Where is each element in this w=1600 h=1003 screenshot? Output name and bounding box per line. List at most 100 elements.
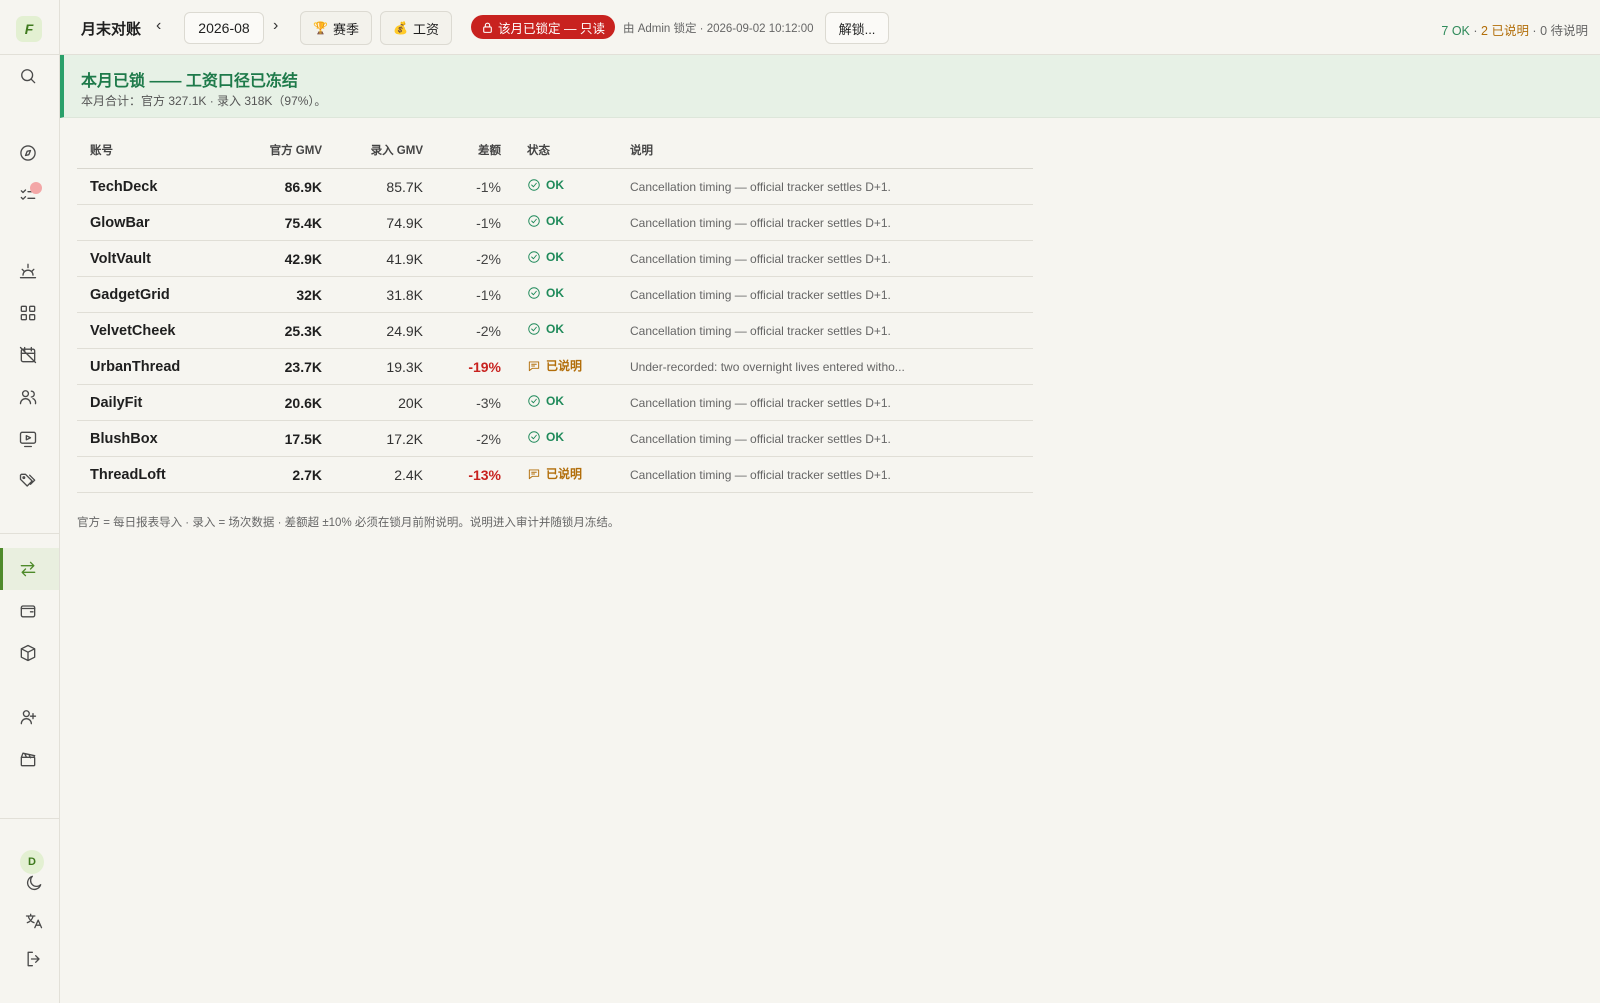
arrows-exchange-icon[interactable] — [16, 557, 40, 581]
check-circle-icon — [528, 251, 540, 263]
table-row[interactable]: DailyFit 20.6K 20K -3% OK Cancellation timing… — [77, 384, 1033, 421]
account-name[interactable]: VoltVault — [77, 240, 230, 277]
page-title: 月末对账 — [81, 21, 142, 38]
wallet-icon[interactable] — [16, 599, 40, 623]
official-gmv: 32K — [230, 276, 322, 313]
diff-percent: -3% — [423, 384, 501, 421]
status-badge: 已说明 — [527, 357, 582, 374]
lock-info: 由 Admin 锁定 · 2026-09-02 10:12:00 — [623, 23, 814, 35]
monitor-play-icon[interactable] — [16, 427, 40, 451]
reconciliation-table: 账号 官方 GMV 录入 GMV 差额 状态 说明 TechDeck 86.9K 8… — [77, 132, 1033, 493]
compass-icon[interactable] — [16, 141, 40, 165]
recorded-gmv: 19.3K — [322, 348, 423, 385]
users-icon[interactable] — [16, 385, 40, 409]
message-square-icon — [528, 361, 540, 371]
recorded-gmv: 24.9K — [322, 312, 423, 349]
chevron-right-icon[interactable]: › — [273, 17, 278, 35]
status-cell: OK — [501, 276, 605, 313]
status-badge: OK — [527, 286, 564, 300]
note-text[interactable]: Under-recorded: two overnight lives ente… — [605, 348, 1033, 385]
status-badge: 已说明 — [527, 465, 582, 482]
recorded-gmv: 74.9K — [322, 204, 423, 241]
status-badge: OK — [527, 394, 564, 408]
trophy-icon: 🏆 — [313, 21, 328, 35]
table-row[interactable]: TechDeck 86.9K 85.7K -1% OK Cancellation timi… — [77, 168, 1033, 205]
status-cell: 已说明 — [501, 348, 605, 385]
summary-explained: 2 已说明 — [1481, 24, 1529, 38]
table-row[interactable]: BlushBox 17.5K 17.2K -2% OK Cancellation timi… — [77, 420, 1033, 457]
account-name[interactable]: UrbanThread — [77, 348, 230, 385]
month-picker[interactable]: 2026-08 — [184, 12, 264, 44]
status-badge: OK — [527, 322, 564, 336]
table-row[interactable]: GadgetGrid 32K 31.8K -1% OK Cancellation timi… — [77, 276, 1033, 313]
search-icon[interactable] — [16, 64, 40, 88]
status-cell: OK — [501, 312, 605, 349]
box-icon[interactable] — [16, 641, 40, 665]
account-name[interactable]: BlushBox — [77, 420, 230, 457]
diff-percent: -2% — [423, 420, 501, 457]
note-text[interactable]: Cancellation timing — official tracker s… — [605, 204, 1033, 241]
status-cell: 已说明 — [501, 456, 605, 493]
account-name[interactable]: VelvetCheek — [77, 312, 230, 349]
table-row[interactable]: ThreadLoft 2.7K 2.4K -13% 已说明 Cancellation ti… — [77, 456, 1033, 493]
status-label: OK — [546, 250, 564, 264]
status-badge: OK — [527, 250, 564, 264]
note-text[interactable]: Cancellation timing — official tracker s… — [605, 312, 1033, 349]
season-label: 赛季 — [332, 21, 359, 37]
account-name[interactable]: DailyFit — [77, 384, 230, 421]
note-text[interactable]: Cancellation timing — official tracker s… — [605, 420, 1033, 457]
unlock-button[interactable]: 解锁... — [825, 12, 889, 44]
note-text[interactable]: Cancellation timing — official tracker s… — [605, 456, 1033, 493]
account-name[interactable]: ThreadLoft — [77, 456, 230, 493]
account-name[interactable]: GlowBar — [77, 204, 230, 241]
locked-banner: 本月已锁 —— 工资口径已冻结 本月合计：官方 327.1K · 录入 318K… — [60, 55, 1600, 118]
logout-icon[interactable] — [22, 947, 46, 971]
moon-icon[interactable] — [22, 871, 46, 895]
diff-percent: -2% — [423, 240, 501, 277]
recorded-gmv: 20K — [322, 384, 423, 421]
check-circle-icon — [528, 179, 540, 191]
clapperboard-icon[interactable] — [16, 747, 40, 771]
top-bar: 月末对账 ‹ 2026-08 › 🏆 赛季 💰 工资 该月已锁定 — 只读 由 … — [60, 0, 1600, 55]
official-gmv: 2.7K — [230, 456, 322, 493]
note-text[interactable]: Cancellation timing — official tracker s… — [605, 276, 1033, 313]
note-text[interactable]: Cancellation timing — official tracker s… — [605, 384, 1033, 421]
footnote: 官方 = 每日报表导入 · 录入 = 场次数据 · 差额超 ±10% 必须在锁月… — [77, 517, 620, 529]
grid-icon[interactable] — [16, 301, 40, 325]
recorded-gmv: 17.2K — [322, 420, 423, 457]
salary-label: 工资 — [412, 21, 439, 37]
sunrise-icon[interactable] — [16, 259, 40, 283]
translate-icon[interactable] — [22, 909, 46, 933]
status-cell: OK — [501, 204, 605, 241]
chevron-left-icon[interactable]: ‹ — [156, 17, 161, 35]
user-plus-icon[interactable] — [16, 705, 40, 729]
status-label: OK — [546, 286, 564, 300]
salary-button[interactable]: 💰 工资 — [380, 11, 452, 45]
app-logo[interactable]: F — [16, 16, 42, 42]
note-text[interactable]: Cancellation timing — official tracker s… — [605, 240, 1033, 277]
table-row[interactable]: VelvetCheek 25.3K 24.9K -2% OK Cancellation t… — [77, 312, 1033, 349]
message-square-icon — [528, 469, 540, 479]
official-gmv: 75.4K — [230, 204, 322, 241]
locked-status-badge: 该月已锁定 — 只读 — [471, 15, 615, 39]
check-circle-icon — [528, 287, 540, 299]
season-button[interactable]: 🏆 赛季 — [300, 11, 372, 45]
account-name[interactable]: TechDeck — [77, 168, 230, 205]
summary-separator: · — [1528, 24, 1541, 38]
tags-icon[interactable] — [16, 469, 40, 493]
note-text[interactable]: Cancellation timing — official tracker s… — [605, 168, 1033, 205]
check-circle-icon — [528, 215, 540, 227]
calendar-off-icon[interactable] — [16, 343, 40, 367]
status-badge: OK — [527, 430, 564, 444]
account-name[interactable]: GadgetGrid — [77, 276, 230, 313]
summary-pending: 0 待说明 — [1540, 24, 1588, 38]
check-circle-icon — [528, 431, 540, 443]
status-badge: OK — [527, 214, 564, 228]
table-row[interactable]: UrbanThread 23.7K 19.3K -19% 已说明 Under-record… — [77, 348, 1033, 385]
banner-title: 本月已锁 —— 工资口径已冻结 — [81, 73, 298, 90]
status-label: OK — [546, 322, 564, 336]
sidebar: F D — [0, 0, 60, 1003]
diff-percent: -1% — [423, 168, 501, 205]
table-row[interactable]: VoltVault 42.9K 41.9K -2% OK Cancellation tim… — [77, 240, 1033, 277]
table-row[interactable]: GlowBar 75.4K 74.9K -1% OK Cancellation timin… — [77, 204, 1033, 241]
